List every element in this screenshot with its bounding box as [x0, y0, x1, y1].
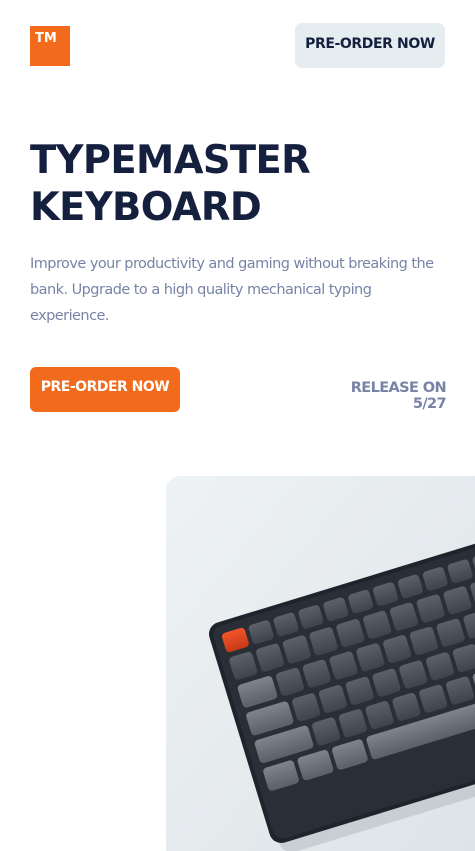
release-date-text: RELEASE ON 5/27	[350, 380, 447, 412]
page-title: TYPEMASTER KEYBOARD	[30, 138, 311, 230]
brand-logo[interactable]: TM	[30, 26, 70, 66]
hero-description: Improve your productivity and gaming wit…	[30, 256, 434, 324]
hero-preorder-button[interactable]: PRE-ORDER NOW	[30, 367, 180, 412]
header-preorder-button[interactable]: PRE-ORDER NOW	[295, 23, 445, 68]
keyboard-product-image	[166, 476, 475, 851]
